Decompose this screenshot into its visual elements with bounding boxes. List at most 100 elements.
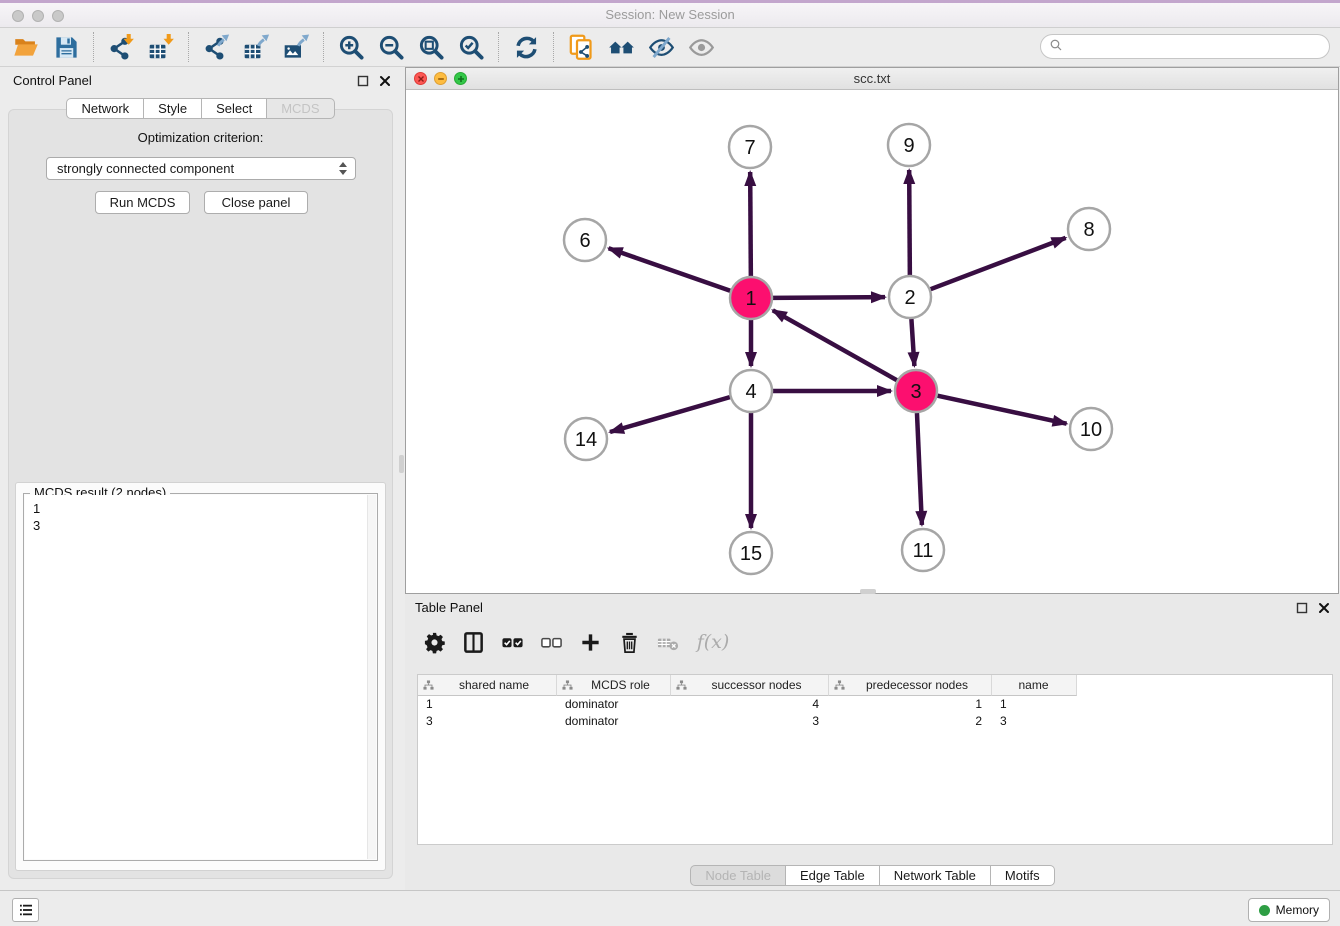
zoom-in-button[interactable] bbox=[335, 32, 367, 62]
toolbar-group bbox=[10, 32, 82, 62]
table-cell[interactable]: 4 bbox=[671, 696, 829, 713]
edge-1-6[interactable] bbox=[609, 248, 731, 290]
select-all-button[interactable] bbox=[497, 627, 527, 657]
tab-network[interactable]: Network bbox=[66, 98, 144, 119]
toolbar-group bbox=[565, 32, 717, 62]
import-network-button[interactable] bbox=[105, 32, 137, 62]
gear-icon bbox=[423, 631, 446, 654]
table-cell[interactable]: 2 bbox=[829, 713, 992, 730]
column-header-shared-name[interactable]: shared name bbox=[418, 675, 557, 696]
memory-button[interactable]: Memory bbox=[1248, 898, 1330, 922]
close-panel-button-mcds[interactable]: Close panel bbox=[204, 191, 308, 214]
edge-1-7[interactable] bbox=[750, 172, 751, 276]
node-10[interactable]: 10 bbox=[1070, 408, 1112, 450]
add-column-button[interactable] bbox=[575, 627, 605, 657]
import-table-button[interactable] bbox=[145, 32, 177, 62]
zoom-selected-button[interactable] bbox=[455, 32, 487, 62]
edge-3-1[interactable] bbox=[773, 310, 897, 380]
close-table-panel-button[interactable] bbox=[1317, 601, 1330, 614]
tab-select[interactable]: Select bbox=[202, 98, 267, 119]
del-table-icon bbox=[657, 631, 680, 654]
save-session-button[interactable] bbox=[50, 32, 82, 62]
network-window-titlebar[interactable]: scc.txt bbox=[406, 68, 1338, 90]
hide-selected-button[interactable] bbox=[645, 32, 677, 62]
edge-3-11[interactable] bbox=[917, 413, 922, 525]
column-header-successor-nodes[interactable]: successor nodes bbox=[671, 675, 829, 696]
node-11[interactable]: 11 bbox=[902, 529, 944, 571]
column-header-predecessor-nodes[interactable]: predecessor nodes bbox=[829, 675, 992, 696]
search-input[interactable] bbox=[1069, 39, 1321, 54]
vertical-splitter-handle[interactable] bbox=[399, 455, 404, 473]
float-table-panel-button[interactable] bbox=[1295, 601, 1308, 614]
node-1[interactable]: 1 bbox=[730, 277, 772, 319]
node-6[interactable]: 6 bbox=[564, 219, 606, 261]
table-settings-button[interactable] bbox=[419, 627, 449, 657]
tab-mcds[interactable]: MCDS bbox=[267, 98, 334, 119]
toolbar-group bbox=[200, 32, 312, 62]
node-4[interactable]: 4 bbox=[730, 370, 772, 412]
search-box[interactable] bbox=[1040, 34, 1330, 59]
table-tab-node-table[interactable]: Node Table bbox=[690, 865, 786, 886]
column-header-label: name bbox=[997, 678, 1076, 692]
table-cell[interactable]: dominator bbox=[557, 713, 671, 730]
node-15[interactable]: 15 bbox=[730, 532, 772, 574]
node-label: 4 bbox=[745, 381, 756, 403]
zoom-out-button[interactable] bbox=[375, 32, 407, 62]
edge-4-14[interactable] bbox=[610, 397, 730, 432]
function-builder-button[interactable]: f(x) bbox=[692, 627, 734, 657]
zoom-fit-button[interactable] bbox=[415, 32, 447, 62]
task-history-button[interactable] bbox=[12, 898, 39, 922]
table-cell[interactable]: 1 bbox=[418, 696, 557, 713]
table-cell[interactable]: dominator bbox=[557, 696, 671, 713]
node-14[interactable]: 14 bbox=[565, 418, 607, 460]
node-2[interactable]: 2 bbox=[889, 276, 931, 318]
node-7[interactable]: 7 bbox=[729, 126, 771, 168]
table-cell[interactable]: 3 bbox=[671, 713, 829, 730]
control-panel-header: Control Panel bbox=[0, 67, 401, 94]
table-tab-motifs[interactable]: Motifs bbox=[991, 865, 1055, 886]
export-network-button[interactable] bbox=[200, 32, 232, 62]
table-cell[interactable]: 1 bbox=[992, 696, 1077, 713]
first-neighbors-button[interactable] bbox=[605, 32, 637, 62]
node-8[interactable]: 8 bbox=[1068, 208, 1110, 250]
column-view-button[interactable] bbox=[458, 627, 488, 657]
refresh-view-button[interactable] bbox=[510, 32, 542, 62]
table-cell[interactable]: 3 bbox=[992, 713, 1077, 730]
tab-style[interactable]: Style bbox=[144, 98, 202, 119]
node-label: 8 bbox=[1083, 219, 1094, 241]
export-image-icon bbox=[283, 34, 310, 61]
export-table-button[interactable] bbox=[240, 32, 272, 62]
table-row[interactable]: 1dominator411 bbox=[418, 696, 1332, 713]
open-file-button[interactable] bbox=[10, 32, 42, 62]
clone-network-button[interactable] bbox=[565, 32, 597, 62]
toolbar-separator bbox=[553, 32, 554, 62]
network-canvas[interactable]: 1 2 3 4 6 7 8 9 10 11 14 15 bbox=[406, 90, 1338, 593]
run-mcds-button[interactable]: Run MCDS bbox=[95, 191, 190, 214]
export-image-button[interactable] bbox=[280, 32, 312, 62]
node-3[interactable]: 3 bbox=[895, 370, 937, 412]
column-header-mcds-role[interactable]: MCDS role bbox=[557, 675, 671, 696]
column-header-name[interactable]: name bbox=[992, 675, 1077, 696]
edge-2-8[interactable] bbox=[931, 238, 1066, 289]
show-all-button[interactable] bbox=[685, 32, 717, 62]
table-cell[interactable]: 1 bbox=[829, 696, 992, 713]
edge-3-10[interactable] bbox=[937, 396, 1066, 424]
node-9[interactable]: 9 bbox=[888, 124, 930, 166]
table-cell[interactable]: 3 bbox=[418, 713, 557, 730]
edge-1-2[interactable] bbox=[773, 297, 885, 298]
edge-2-3[interactable] bbox=[911, 319, 914, 366]
close-panel-button[interactable] bbox=[378, 74, 391, 87]
delete-column-button[interactable] bbox=[614, 627, 644, 657]
mcds-result-area[interactable]: 13 bbox=[25, 495, 376, 859]
memory-label: Memory bbox=[1276, 903, 1319, 917]
table-row[interactable]: 3dominator323 bbox=[418, 713, 1332, 730]
delete-table-button[interactable] bbox=[653, 627, 683, 657]
table-tab-edge-table[interactable]: Edge Table bbox=[786, 865, 880, 886]
table-tab-network-table[interactable]: Network Table bbox=[880, 865, 991, 886]
result-scrollbar[interactable] bbox=[367, 495, 376, 859]
edge-2-9[interactable] bbox=[909, 170, 910, 275]
node-table: shared nameMCDS rolesuccessor nodesprede… bbox=[417, 674, 1333, 845]
deselect-all-button[interactable] bbox=[536, 627, 566, 657]
optimization-criterion-dropdown[interactable]: strongly connected component bbox=[46, 157, 356, 180]
float-panel-button[interactable] bbox=[356, 74, 369, 87]
